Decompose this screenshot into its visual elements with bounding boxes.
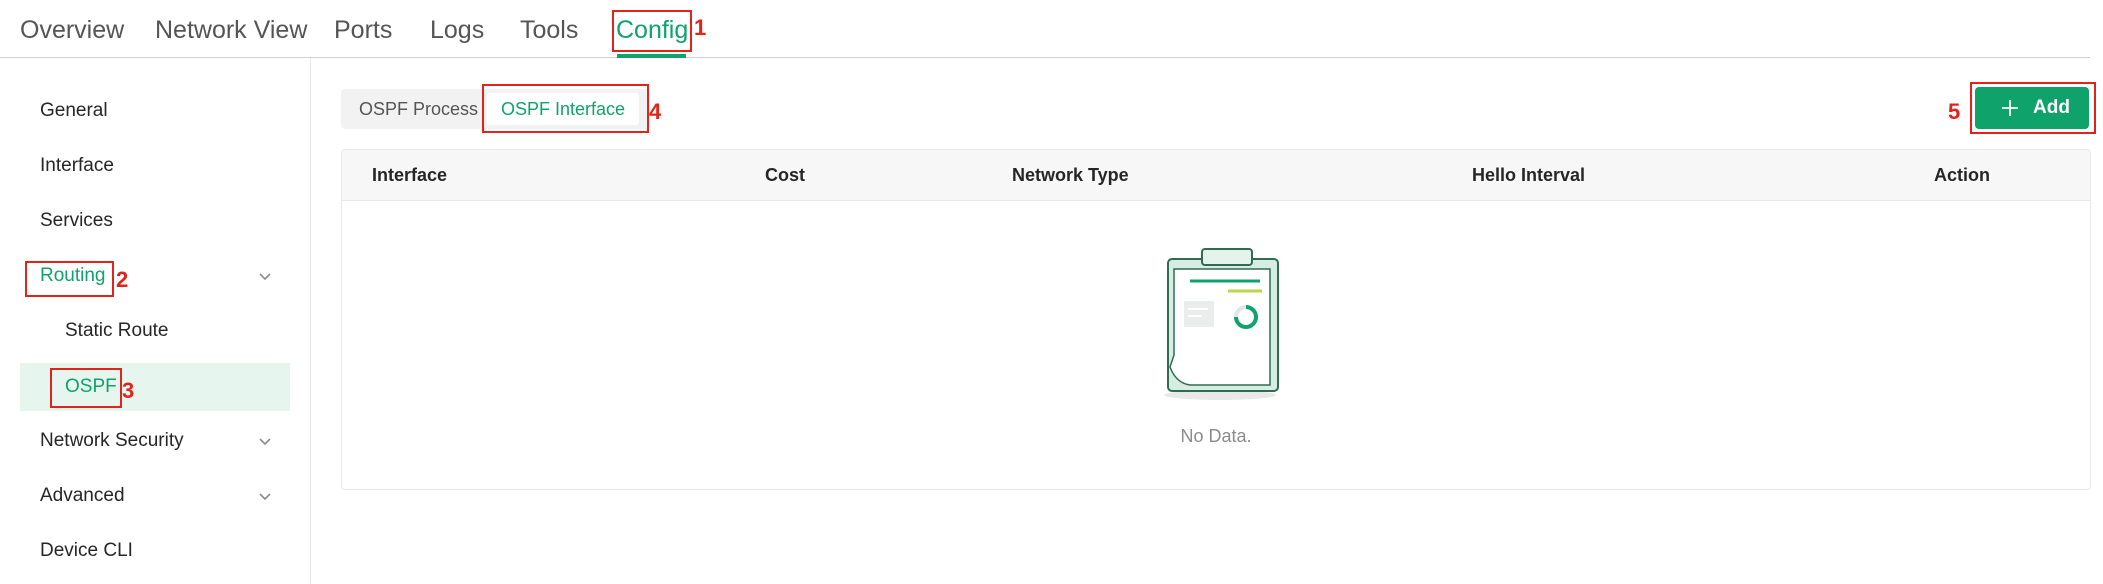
sidebar-item-label: Routing xyxy=(40,265,106,286)
column-header-action: Action xyxy=(1934,165,1990,185)
sidebar-item-static-route[interactable]: Static Route xyxy=(20,307,290,355)
add-button-label: Add xyxy=(2033,97,2070,118)
plus-icon xyxy=(2002,100,2018,116)
clipboard-icon xyxy=(1164,248,1279,400)
sidebar-item-device-cli[interactable]: Device CLI xyxy=(20,527,290,575)
sidebar-item-label: Network Security xyxy=(40,430,184,451)
sidebar-item-label: Device CLI xyxy=(40,540,133,561)
ospf-subtab-bar: OSPF Process OSPF Interface xyxy=(341,89,650,129)
sidebar-item-advanced[interactable]: Advanced xyxy=(20,472,290,520)
tab-tools[interactable]: Tools xyxy=(520,16,578,45)
sidebar-item-label: Static Route xyxy=(65,320,169,341)
column-header-cost: Cost xyxy=(765,165,805,185)
ospf-interface-table: Interface Cost Network Type Hello Interv… xyxy=(341,149,2091,490)
sidebar-item-interface[interactable]: Interface xyxy=(20,142,290,190)
sidebar-item-general[interactable]: General xyxy=(20,87,290,135)
sidebar-item-label: Interface xyxy=(40,155,114,176)
column-header-interface: Interface xyxy=(372,165,448,185)
tab-logs[interactable]: Logs xyxy=(430,16,484,45)
annotation-number: 4 xyxy=(649,99,662,124)
tab-ports[interactable]: Ports xyxy=(334,16,392,45)
chevron-down-icon xyxy=(259,438,271,446)
sidebar-item-routing[interactable]: Routing xyxy=(20,252,290,300)
empty-state-text: No Data. xyxy=(1180,426,1252,446)
active-tab-indicator xyxy=(617,54,686,58)
chevron-down-icon xyxy=(259,493,271,501)
tab-config[interactable]: Config xyxy=(616,16,688,45)
add-button[interactable]: Add xyxy=(1975,87,2089,129)
top-tab-bar: Overview Network View Ports Logs Tools C… xyxy=(0,0,2090,58)
sidebar-item-label: Advanced xyxy=(40,485,125,506)
tab-network-view[interactable]: Network View xyxy=(155,16,307,45)
chevron-down-icon xyxy=(259,273,271,281)
subtab-ospf-process[interactable]: OSPF Process xyxy=(345,93,492,125)
sidebar-item-label: Services xyxy=(40,210,113,231)
column-header-hello-interval: Hello Interval xyxy=(1472,165,1586,185)
sidebar-item-label: General xyxy=(40,100,108,121)
table-header: Interface Cost Network Type Hello Interv… xyxy=(342,150,2090,201)
sidebar-item-label: OSPF xyxy=(65,376,117,397)
sidebar: General Interface Services Routing Stati… xyxy=(0,58,311,584)
sidebar-item-ospf[interactable]: OSPF xyxy=(20,363,290,411)
subtab-ospf-interface[interactable]: OSPF Interface xyxy=(487,93,640,125)
annotation-number: 5 xyxy=(1948,99,1961,124)
sidebar-item-network-security[interactable]: Network Security xyxy=(20,417,290,465)
column-header-network-type: Network Type xyxy=(1012,165,1129,185)
tab-overview[interactable]: Overview xyxy=(20,16,124,45)
sidebar-item-services[interactable]: Services xyxy=(20,197,290,245)
